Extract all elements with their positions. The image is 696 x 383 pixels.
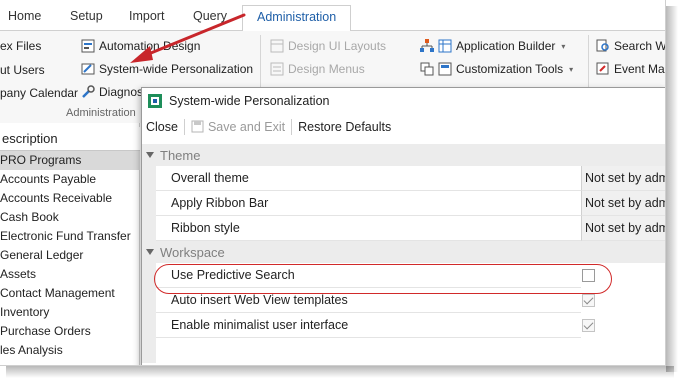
chevron-down-icon: ▾: [569, 64, 574, 74]
property-value[interactable]: Not set by adm: [581, 166, 665, 191]
copy-icon: [420, 62, 434, 76]
dialog-title-bar: System-wide Personalization: [142, 88, 665, 114]
list-item[interactable]: PRO Programs: [0, 151, 140, 170]
property-row-overall-theme[interactable]: Overall theme Not set by adm: [142, 166, 665, 191]
program-list: escription PRO Programs Accounts Payable…: [0, 123, 140, 365]
close-button[interactable]: Close: [142, 120, 182, 134]
row-gutter: [142, 338, 156, 363]
automation-design-button[interactable]: Automation Design: [81, 39, 200, 53]
ribbon-item-index-files[interactable]: ex Files: [0, 39, 41, 53]
grid-icon: [438, 39, 452, 53]
list-item[interactable]: Accounts Receivable: [0, 189, 140, 208]
minimalist-ui-checkbox[interactable]: [582, 319, 595, 332]
save-and-exit-button[interactable]: Save and Exit: [187, 120, 289, 134]
row-gutter: [142, 313, 156, 338]
event-icon: [596, 62, 610, 76]
application-builder-button[interactable]: Application Builder ▾: [420, 39, 565, 53]
collapse-triangle-icon: [146, 152, 154, 158]
list-item[interactable]: Cash Book: [0, 208, 140, 227]
search-wizard-label: Search Wi: [614, 39, 666, 53]
design-ui-layouts-label: Design UI Layouts: [288, 39, 387, 53]
row-gutter: [142, 216, 156, 241]
row-gutter: [142, 288, 156, 313]
layout-icon: [270, 39, 284, 53]
list-item[interactable]: les Analysis: [0, 341, 140, 360]
list-header-description[interactable]: escription: [0, 127, 140, 151]
toolbar-separator: [183, 119, 185, 135]
app-logo-icon: [148, 94, 162, 108]
save-icon: [191, 120, 205, 134]
ribbon-tabs: Home Setup Import Query Administration: [0, 0, 665, 32]
tab-setup[interactable]: Setup: [70, 9, 103, 23]
automation-design-label: Automation Design: [99, 39, 201, 53]
property-grid: Theme Overall theme Not set by adm Apply…: [142, 144, 665, 365]
application-builder-label: Application Builder: [456, 39, 556, 53]
property-value[interactable]: Not set by adm: [581, 216, 665, 241]
list-item[interactable]: Assets: [0, 265, 140, 284]
category-theme[interactable]: Theme: [142, 144, 665, 166]
tab-home[interactable]: Home: [8, 9, 41, 23]
collapse-triangle-icon: [146, 249, 154, 255]
property-name: Apply Ribbon Bar: [156, 191, 581, 216]
diagnostics-label: Diagnos: [99, 85, 144, 99]
ribbon-item-about-users[interactable]: ut Users: [0, 63, 45, 77]
restore-defaults-button[interactable]: Restore Defaults: [294, 120, 395, 134]
tools-icon: [438, 62, 452, 76]
personalization-icon: [81, 62, 95, 76]
menu-icon: [270, 62, 284, 76]
design-menus-button[interactable]: Design Menus: [270, 62, 365, 76]
category-label: Workspace: [160, 244, 225, 260]
category-workspace[interactable]: Workspace: [142, 241, 665, 263]
hierarchy-icon: [420, 39, 434, 53]
dialog-title: System-wide Personalization: [169, 94, 330, 108]
dialog-toolbar: Close Save and Exit Restore Defaults: [142, 116, 395, 138]
property-row-partial: [142, 338, 665, 363]
system-wide-personalization-label: System-wide Personalization: [99, 62, 254, 76]
search-wizard-button[interactable]: Search Wi: [596, 39, 666, 53]
list-item[interactable]: Accounts Payable: [0, 170, 140, 189]
tab-administration[interactable]: Administration: [242, 5, 352, 32]
list-item[interactable]: Purchase Orders: [0, 322, 140, 341]
tab-query[interactable]: Query: [193, 9, 227, 23]
list-item[interactable]: Inventory: [0, 303, 140, 322]
drop-shadow: [666, 6, 678, 372]
property-row-ribbon-style[interactable]: Ribbon style Not set by adm: [142, 216, 665, 241]
app-window: Home Setup Import Query Administration e…: [0, 0, 666, 366]
save-and-exit-label: Save and Exit: [207, 120, 286, 134]
toolbar-separator: [291, 119, 293, 135]
event-manager-button[interactable]: Event Ma: [596, 62, 665, 76]
list-item[interactable]: Contact Management: [0, 284, 140, 303]
list-item[interactable]: General Ledger: [0, 246, 140, 265]
diagnostics-button[interactable]: Diagnos: [81, 85, 143, 99]
wrench-icon: [81, 85, 95, 99]
event-manager-label: Event Ma: [614, 62, 665, 76]
customization-tools-label: Customization Tools: [456, 62, 564, 76]
chevron-down-icon: ▾: [561, 41, 566, 51]
ribbon-item-company-calendar[interactable]: pany Calendar: [0, 86, 78, 100]
row-gutter: [142, 191, 156, 216]
auto-insert-web-view-checkbox[interactable]: [582, 294, 595, 307]
row-gutter: [142, 166, 156, 191]
design-ui-layouts-button[interactable]: Design UI Layouts: [270, 39, 386, 53]
property-row-apply-ribbon-bar[interactable]: Apply Ribbon Bar Not set by adm: [142, 191, 665, 216]
tab-import[interactable]: Import: [129, 9, 164, 23]
property-name: Ribbon style: [156, 216, 581, 241]
system-wide-personalization-button[interactable]: System-wide Personalization: [81, 62, 253, 76]
ribbon-group-label: Administration: [66, 107, 136, 119]
list-item[interactable]: Electronic Fund Transfer: [0, 227, 140, 246]
design-menus-label: Design Menus: [288, 62, 365, 76]
category-label: Theme: [160, 147, 201, 163]
automation-icon: [81, 39, 95, 53]
property-row-minimalist-ui[interactable]: Enable minimalist user interface: [142, 313, 665, 338]
property-name: Overall theme: [156, 166, 581, 191]
search-icon: [596, 39, 610, 53]
annotation-highlight-oval: [154, 264, 612, 294]
property-value[interactable]: Not set by adm: [581, 191, 665, 216]
property-name: Enable minimalist user interface: [156, 313, 581, 338]
personalization-dialog: System-wide Personalization Close Save a…: [141, 87, 665, 365]
drop-shadow: [6, 366, 674, 378]
customization-tools-button[interactable]: Customization Tools ▾: [420, 62, 573, 76]
